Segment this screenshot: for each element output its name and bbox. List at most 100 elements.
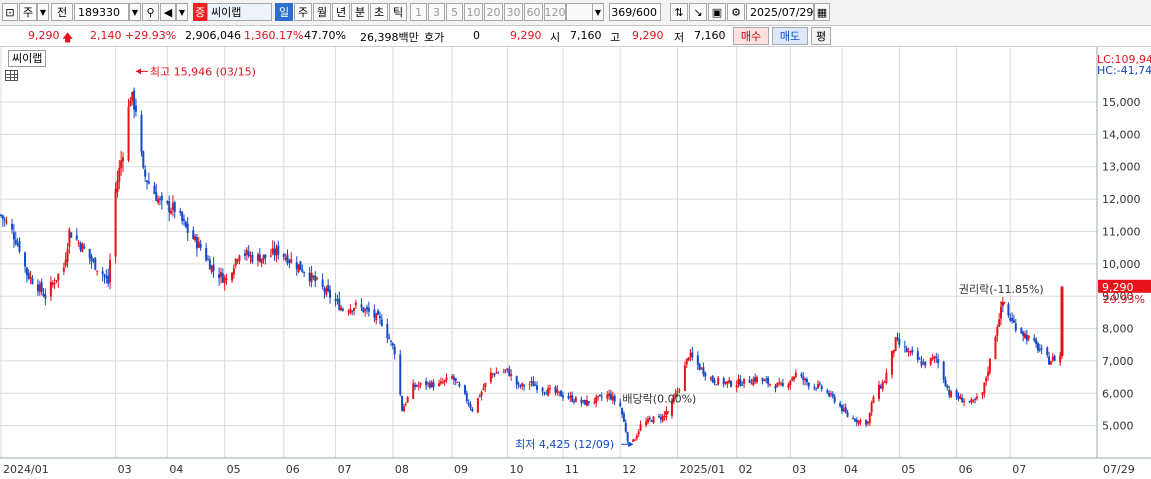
- gear-icon[interactable]: ⚙: [727, 3, 745, 21]
- candle-body: [412, 383, 415, 399]
- speaker-dropdown-icon[interactable]: ▼: [176, 3, 188, 21]
- minute-tab-1[interactable]: 1: [410, 3, 427, 21]
- minute-tab-30[interactable]: 30: [504, 3, 523, 21]
- y-tick-label: 11,000: [1102, 225, 1141, 238]
- candle-body: [70, 232, 73, 238]
- candle-body: [722, 378, 725, 385]
- table-grid-icon[interactable]: [5, 70, 18, 81]
- save-icon[interactable]: ▣: [708, 3, 726, 21]
- candle-body: [452, 376, 455, 380]
- type-dropdown-icon[interactable]: ▼: [37, 3, 49, 21]
- candle-body: [648, 417, 651, 420]
- candle-body: [872, 397, 875, 404]
- type-select[interactable]: 주: [19, 3, 37, 21]
- period-tab-4[interactable]: 분: [351, 3, 369, 21]
- candle-body: [101, 271, 104, 275]
- interval-dropdown-icon[interactable]: ▼: [592, 3, 604, 21]
- speaker-icon[interactable]: ◀: [160, 3, 176, 21]
- candle-body: [922, 362, 925, 365]
- candle-body: [430, 381, 433, 388]
- margin-badge-text: 증: [194, 6, 206, 19]
- candle-body: [316, 278, 319, 280]
- candle-body: [142, 151, 145, 168]
- minute-tab-20[interactable]: 20: [484, 3, 503, 21]
- candle-body: [140, 114, 143, 153]
- period-tab-5[interactable]: 초: [370, 3, 388, 21]
- y-tick-label: 6,000: [1102, 387, 1134, 400]
- candle-body: [994, 336, 997, 360]
- volume-pct: 1,360.17%: [244, 29, 304, 42]
- candle-body: [495, 372, 498, 374]
- candle-body: [585, 399, 588, 406]
- candle-body: [49, 281, 52, 297]
- period-tab-2[interactable]: 월: [313, 3, 331, 21]
- candle-body: [231, 272, 234, 281]
- count-value: 369: [611, 5, 633, 19]
- candle-body: [571, 395, 574, 402]
- candle-body: [567, 396, 570, 399]
- candle-body: [273, 248, 276, 256]
- period-tab-0[interactable]: 일: [275, 3, 293, 21]
- candle-body: [815, 388, 818, 390]
- candle-body: [484, 383, 487, 388]
- candle-body: [1024, 333, 1027, 338]
- candle-body: [256, 254, 259, 261]
- minute-tab-120[interactable]: 120: [544, 3, 566, 21]
- stock-name-field[interactable]: 씨이랩: [207, 3, 272, 21]
- minute-tab-60[interactable]: 60: [524, 3, 543, 21]
- candle-body: [75, 235, 78, 240]
- candle-body: [1059, 355, 1062, 363]
- candle-body: [813, 386, 816, 388]
- chart-stock-label: 씨이랩: [8, 50, 47, 67]
- count-input[interactable]: 369/600: [609, 3, 661, 21]
- candle-body: [66, 249, 69, 262]
- candle-body: [713, 380, 716, 384]
- candle-body: [536, 385, 539, 390]
- period-tab-3[interactable]: 년: [332, 3, 350, 21]
- candle-body: [458, 384, 461, 387]
- candle-body: [249, 255, 252, 257]
- candle-body: [491, 373, 494, 375]
- candle-body: [696, 355, 699, 365]
- sell-button[interactable]: 매도: [772, 27, 808, 45]
- stock-code-input[interactable]: 189330: [74, 3, 129, 21]
- toolbar: ⊡ 주 ▼ 전 189330 ▼ ⚲ ◀ ▼ 증 씨이랩 일주월년분초틱 135…: [0, 0, 1151, 26]
- candle-body: [918, 358, 921, 360]
- candle-body: [349, 308, 352, 314]
- candle-body: [27, 272, 30, 279]
- minute-tab-10[interactable]: 10: [464, 3, 483, 21]
- high-price: 9,290: [632, 29, 664, 42]
- candle-body: [523, 385, 526, 387]
- candle-body: [972, 400, 975, 402]
- search-icon[interactable]: ⚲: [142, 3, 159, 21]
- period-tab-1[interactable]: 주: [294, 3, 312, 21]
- x-tick-label: 10: [509, 463, 523, 476]
- candle-body: [480, 391, 483, 396]
- candle-body: [94, 257, 97, 270]
- candle-body: [301, 269, 304, 272]
- line-tool-icon[interactable]: ↘: [689, 3, 707, 21]
- minute-tab-5[interactable]: 5: [446, 3, 463, 21]
- candle-body: [367, 307, 370, 312]
- candle-body: [606, 394, 609, 399]
- current-price: 9,290: [28, 29, 60, 42]
- avg-button[interactable]: 평: [811, 27, 831, 45]
- candle-body: [243, 253, 246, 256]
- y-tick-label: 15,000: [1102, 96, 1141, 109]
- date-input[interactable]: 2025/07/29: [746, 3, 814, 21]
- period-toggle-button[interactable]: 전: [51, 3, 73, 21]
- candle-body: [390, 340, 393, 342]
- buy-button[interactable]: 매수: [733, 27, 769, 45]
- candle-body: [907, 351, 910, 353]
- candle-settings-icon[interactable]: ⇅: [670, 3, 688, 21]
- period-tab-6[interactable]: 틱: [389, 3, 407, 21]
- code-dropdown-icon[interactable]: ▼: [129, 3, 141, 21]
- minute-tab-3[interactable]: 3: [428, 3, 445, 21]
- candle-body: [608, 393, 611, 397]
- window-link-icon[interactable]: ⊡: [2, 3, 18, 21]
- up-arrow-icon: 🡅: [62, 31, 74, 44]
- candle-body: [683, 365, 686, 392]
- candle-body: [406, 397, 409, 403]
- calendar-icon[interactable]: ▦: [814, 3, 830, 21]
- price-chart[interactable]: 5,0006,0007,0008,0009,00010,00011,00012,…: [0, 47, 1151, 479]
